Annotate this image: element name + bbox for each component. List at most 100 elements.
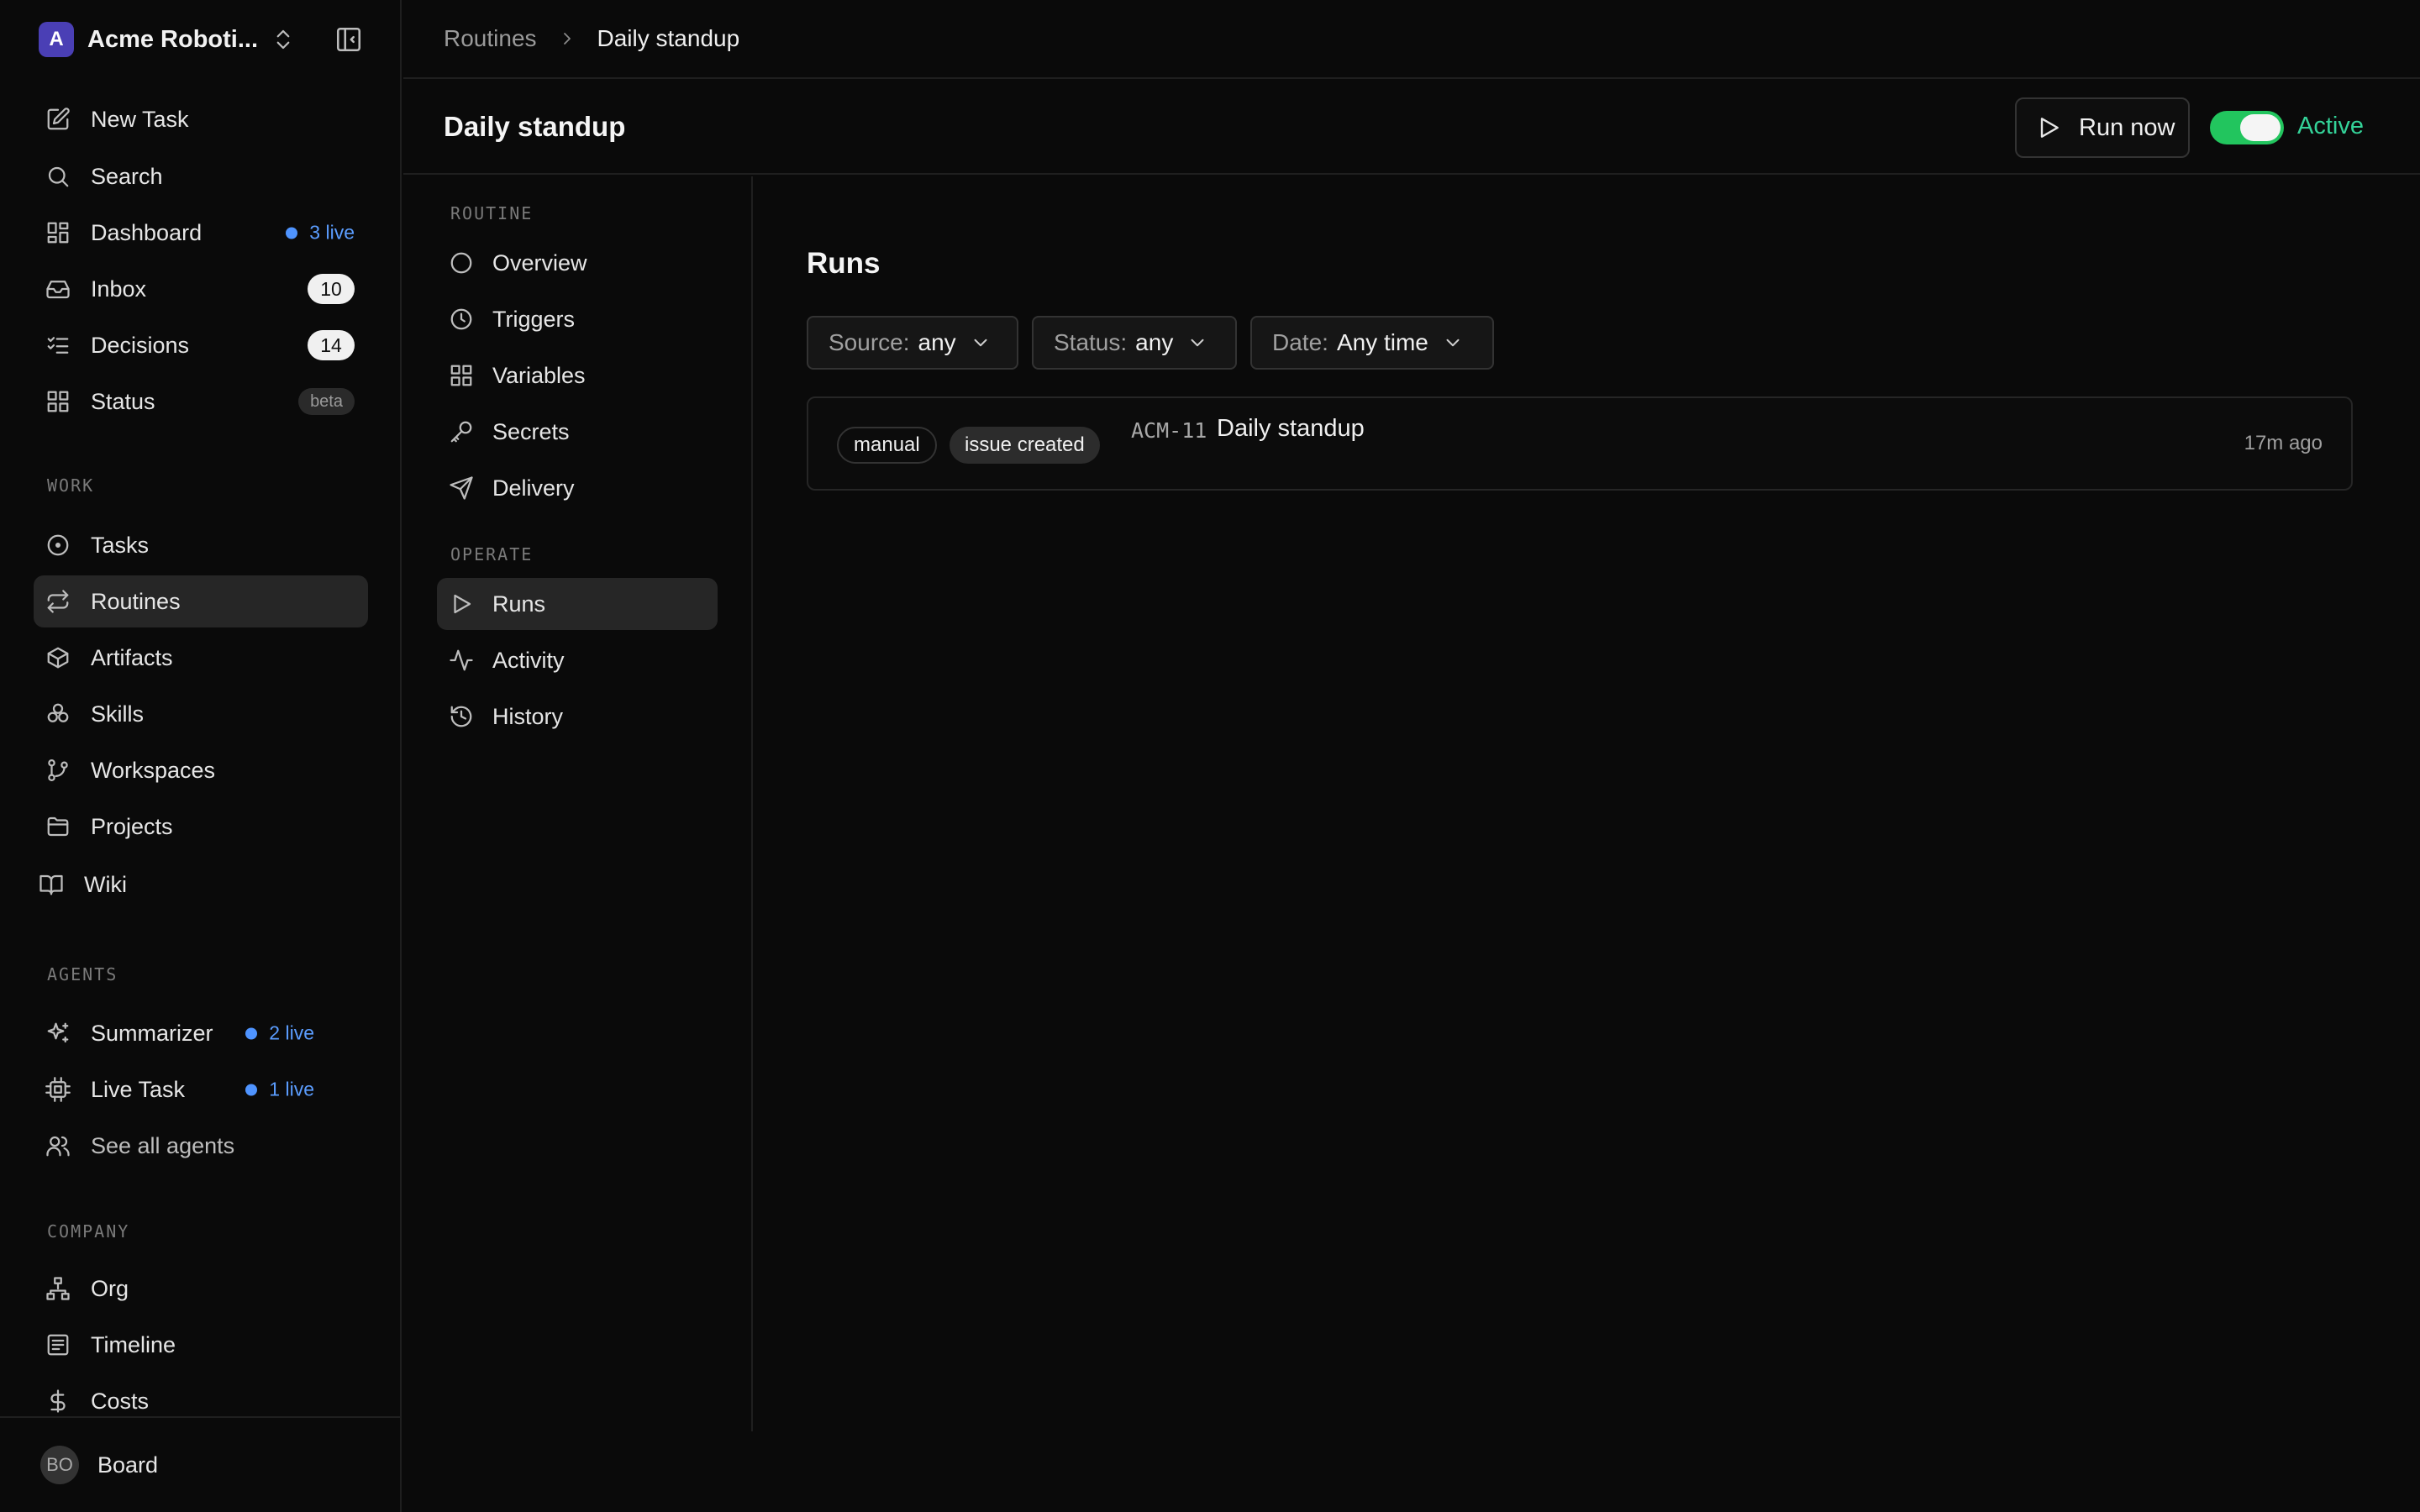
- sidebar-item-label: Skills: [91, 701, 145, 727]
- sidebar-item-label: Status: [91, 388, 155, 414]
- play-icon: [2035, 114, 2062, 141]
- tab-label: Secrets: [492, 418, 570, 444]
- sidebar-item-search[interactable]: Search: [34, 150, 368, 202]
- run-title: Daily standup: [1217, 415, 1365, 442]
- routine-subnav: ROUTINE Overview Triggers Variables Secr…: [403, 176, 753, 1431]
- sidebar-item-label: Decisions: [91, 332, 190, 358]
- tab-label: Delivery: [492, 475, 575, 501]
- tab-variables[interactable]: Variables: [437, 349, 718, 402]
- inbox-count-badge: 10: [308, 274, 355, 304]
- chevrons-up-down-icon: [271, 27, 296, 52]
- clock-icon: [449, 307, 474, 332]
- filter-value: Any time: [1336, 329, 1428, 355]
- chevron-down-icon: [1186, 332, 1208, 354]
- live-indicator: 3 live: [286, 222, 355, 244]
- send-icon: [449, 475, 474, 501]
- breadcrumb: Routines Daily standup: [403, 0, 2420, 79]
- sidebar-item-workspaces[interactable]: Workspaces: [34, 744, 368, 796]
- avatar: BO: [40, 1446, 79, 1484]
- beta-badge: beta: [298, 388, 355, 415]
- checklist-icon: [45, 333, 71, 358]
- sidebar-item-org[interactable]: Org: [34, 1263, 368, 1315]
- tab-label: Triggers: [492, 306, 576, 332]
- run-now-button[interactable]: Run now: [2015, 97, 2190, 158]
- chevron-right-icon: [557, 29, 577, 49]
- sidebar-item-live-task[interactable]: Live Task 1 live: [34, 1063, 368, 1116]
- edit-icon: [45, 107, 71, 132]
- grid-icon: [449, 363, 474, 388]
- workspace-switcher[interactable]: A Acme Roboti...: [39, 20, 375, 59]
- sidebar-item-summarizer[interactable]: Summarizer 2 live: [34, 1007, 368, 1059]
- section-label-work: WORK: [47, 475, 95, 496]
- sidebar-item-inbox[interactable]: Inbox 10: [34, 263, 368, 315]
- sidebar-item-tasks[interactable]: Tasks: [34, 519, 368, 571]
- date-filter[interactable]: Date: Any time: [1250, 316, 1494, 370]
- run-id: ACM-11: [1131, 418, 1207, 443]
- chevron-down-icon: [970, 332, 992, 354]
- sidebar: A Acme Roboti... New Task Search Dashboa…: [0, 0, 402, 1512]
- status-filter[interactable]: Status: any: [1032, 316, 1237, 370]
- sidebar-item-label: Projects: [91, 813, 173, 839]
- sidebar-item-label: Summarizer: [91, 1020, 213, 1046]
- sidebar-item-projects[interactable]: Projects: [34, 801, 368, 853]
- active-toggle[interactable]: [2210, 111, 2284, 144]
- chevron-down-icon: [1442, 332, 1464, 354]
- user-menu[interactable]: BO Board: [0, 1416, 402, 1512]
- dashboard-icon: [45, 220, 71, 245]
- sidebar-item-decisions[interactable]: Decisions 14: [34, 319, 368, 371]
- tab-secrets[interactable]: Secrets: [437, 406, 718, 458]
- breadcrumb-current: Daily standup: [597, 25, 740, 51]
- sidebar-item-new-task[interactable]: New Task: [34, 93, 368, 145]
- tab-delivery[interactable]: Delivery: [437, 462, 718, 514]
- run-time: 17m ago: [2244, 432, 2323, 454]
- tab-overview[interactable]: Overview: [437, 237, 718, 289]
- source-filter[interactable]: Source: any: [807, 316, 1018, 370]
- circle-icon: [449, 250, 474, 276]
- sidebar-item-dashboard[interactable]: Dashboard 3 live: [34, 207, 368, 259]
- sidebar-item-status[interactable]: Status beta: [34, 375, 368, 428]
- run-now-label: Run now: [2079, 113, 2175, 141]
- tab-activity[interactable]: Activity: [437, 634, 718, 686]
- user-name: Board: [97, 1452, 159, 1478]
- play-icon: [449, 591, 474, 617]
- run-tag-issue-created: issue created: [950, 427, 1100, 464]
- page-header: Daily standup Run now Active: [403, 81, 2420, 175]
- key-icon: [449, 419, 474, 444]
- sidebar-item-skills[interactable]: Skills: [34, 688, 368, 740]
- sidebar-item-label: Artifacts: [91, 644, 173, 670]
- sidebar-item-routines[interactable]: Routines: [34, 575, 368, 627]
- search-icon: [45, 164, 71, 189]
- workspace-name: Acme Roboti...: [87, 25, 259, 53]
- sidebar-item-label: Search: [91, 163, 163, 189]
- folder-icon: [45, 814, 71, 839]
- tab-label: Overview: [492, 249, 587, 276]
- sidebar-item-label: See all agents: [91, 1132, 235, 1158]
- filter-key: Date:: [1272, 329, 1328, 355]
- sidebar-item-timeline[interactable]: Timeline: [34, 1319, 368, 1371]
- filter-value: any: [918, 329, 956, 355]
- tab-triggers[interactable]: Triggers: [437, 293, 718, 345]
- collapse-sidebar-icon[interactable]: [334, 25, 363, 54]
- page-title: Daily standup: [444, 111, 626, 142]
- filter-key: Status:: [1054, 329, 1128, 355]
- sidebar-item-label: Routines: [91, 588, 181, 614]
- workspace-logo: A: [39, 22, 74, 57]
- decisions-count-badge: 14: [308, 330, 355, 360]
- cpu-icon: [45, 1077, 71, 1102]
- tab-history[interactable]: History: [437, 690, 718, 743]
- timeline-icon: [45, 1332, 71, 1357]
- table-row[interactable]: manual issue created ACM-11 Daily standu…: [807, 396, 2353, 491]
- inbox-icon: [45, 276, 71, 302]
- sidebar-item-see-all-agents[interactable]: See all agents: [34, 1120, 368, 1172]
- sidebar-item-wiki[interactable]: Wiki: [27, 858, 361, 911]
- tab-label: Activity: [492, 647, 565, 673]
- filter-value: any: [1135, 329, 1174, 355]
- breadcrumb-parent[interactable]: Routines: [444, 25, 537, 52]
- sidebar-item-artifacts[interactable]: Artifacts: [34, 632, 368, 684]
- sidebar-item-label: Org: [91, 1275, 129, 1301]
- tab-label: Runs: [492, 591, 546, 617]
- sidebar-item-label: Wiki: [84, 871, 127, 897]
- users-icon: [45, 1133, 71, 1158]
- tab-runs[interactable]: Runs: [437, 578, 718, 630]
- boxes-icon: [45, 701, 71, 727]
